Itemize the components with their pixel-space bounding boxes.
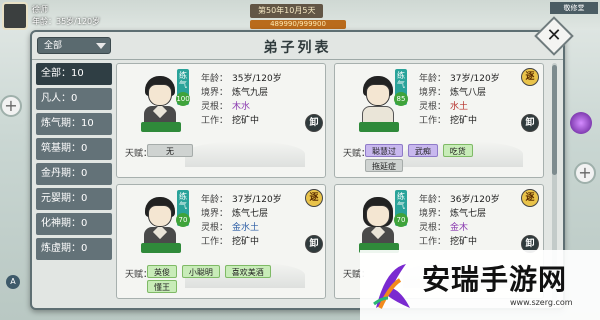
name-plate: [141, 122, 181, 132]
purple-gem-icon[interactable]: [570, 112, 592, 134]
disciple-info: 年龄： 35岁/120岁 境界： 炼气九层 灵根： 木水 工作： 挖矿中: [201, 72, 282, 128]
age-label: 年龄：: [419, 74, 447, 84]
tab-foundation[interactable]: 筑基期：0: [36, 138, 112, 160]
resource-bar: 489990/999900: [250, 20, 346, 29]
tab-golden-core[interactable]: 金丹期：0: [36, 163, 112, 185]
age-value: 35岁/120岁: [232, 74, 282, 84]
root-label: 灵根：: [419, 223, 447, 233]
disciple-card[interactable]: 练气 85 年龄： 37岁/120岁 境界： 炼气八层 灵根： 水土 工作： 挖矿中 逐…: [334, 63, 544, 178]
tab-qi-refining[interactable]: 炼气期：10: [36, 113, 112, 135]
age-label: 年龄：: [201, 74, 229, 84]
age-label: 年龄：: [419, 195, 447, 205]
expel-button[interactable]: 逐: [305, 189, 323, 207]
age-value: 36岁/120岁: [450, 195, 500, 205]
talent-chip: 吃货: [442, 144, 473, 157]
realm-value: 炼气七层: [450, 209, 487, 219]
talent-chip: 喜欢美酒: [224, 265, 271, 278]
talent-chip: 武痴: [407, 144, 438, 157]
root-value: 水土: [450, 102, 469, 112]
tab-mortal[interactable]: 凡人：0: [36, 88, 112, 110]
tab-nascent-soul[interactable]: 元婴期：0: [36, 188, 112, 210]
realm-value: 炼气七层: [232, 209, 269, 219]
root-label: 灵根：: [201, 102, 229, 112]
name-plate: [141, 243, 181, 253]
job-label: 工作：: [419, 116, 447, 126]
job-label: 工作：: [201, 237, 229, 247]
root-value: 木水: [232, 102, 251, 112]
level-badge: 70: [394, 213, 408, 227]
expel-button[interactable]: 逐: [521, 189, 539, 207]
player-age: 年龄：35岁/120岁: [32, 17, 101, 26]
disciple-card[interactable]: 练气 100 年龄： 35岁/120岁 境界： 炼气九层 灵根： 木水 工作： 挖矿中 …: [116, 63, 326, 178]
tab-all[interactable]: 全部：10: [36, 63, 112, 85]
disciple-info: 年龄： 37岁/120岁 境界： 炼气七层 灵根： 金水土 工作： 挖矿中: [201, 193, 282, 249]
watermark-logo-icon: [373, 264, 410, 309]
player-avatar[interactable]: [2, 2, 28, 30]
talent-chip: 小聪明: [181, 265, 220, 278]
unassign-button[interactable]: 卸: [305, 235, 323, 253]
joystick-a-icon[interactable]: A: [6, 275, 20, 289]
realm-label: 境界：: [419, 88, 447, 98]
realm-value: 炼气九层: [232, 88, 269, 98]
realm-label: 境界：: [201, 88, 229, 98]
job-label: 工作：: [419, 237, 447, 247]
talent-chip: 无: [147, 144, 193, 157]
tab-void-refining[interactable]: 炼虚期：0: [36, 238, 112, 260]
expel-button[interactable]: 逐: [521, 68, 539, 86]
watermark-title: 安瑞手游网: [422, 263, 568, 296]
talent-chip: 英俊: [147, 265, 177, 278]
left-add-icon[interactable]: +: [0, 95, 22, 117]
root-label: 灵根：: [419, 102, 447, 112]
age-label: 年龄：: [201, 195, 229, 205]
disciple-info: 年龄： 36岁/120岁 境界： 炼气七层 灵根： 金木 工作： 挖矿中: [419, 193, 500, 249]
player-label: 徐师: [32, 5, 48, 14]
talent-chip: 聪慧过: [365, 144, 403, 157]
name-plate: [359, 122, 399, 132]
scrollbar-thumb[interactable]: [552, 65, 557, 175]
root-label: 灵根：: [201, 223, 229, 233]
job-label: 工作：: [201, 116, 229, 126]
level-badge: 100: [176, 92, 190, 106]
root-value: 金木: [450, 223, 469, 233]
hall-button[interactable]: 敬修堂: [550, 2, 598, 14]
job-value: 挖矿中: [450, 237, 478, 247]
realm-value: 炼气八层: [450, 88, 487, 98]
level-badge: 85: [394, 92, 408, 106]
age-value: 37岁/120岁: [450, 74, 500, 84]
realm-label: 境界：: [201, 209, 229, 219]
close-icon: ✕: [546, 25, 562, 46]
unassign-button[interactable]: 卸: [305, 114, 323, 132]
site-watermark: 安瑞手游网 www.szerg.com: [360, 250, 600, 320]
realm-tabs: 全部：10 凡人：0 炼气期：10 筑基期：0 金丹期：0 元婴期：0 化神期：…: [36, 63, 114, 263]
tab-spirit-severing[interactable]: 化神期：0: [36, 213, 112, 235]
disciple-card[interactable]: 练气 70 年龄： 37岁/120岁 境界： 炼气七层 灵根： 金水土 工作： 挖矿中 …: [116, 184, 326, 299]
right-add-icon[interactable]: +: [574, 162, 596, 184]
page-title: 弟子列表: [263, 40, 332, 56]
job-value: 挖矿中: [232, 237, 260, 247]
unassign-button[interactable]: 卸: [521, 114, 539, 132]
talent-chip: 懂王: [147, 280, 177, 293]
calendar-date: 第50年10月5天: [250, 4, 324, 18]
watermark-url: www.szerg.com: [510, 298, 573, 307]
job-value: 挖矿中: [450, 116, 478, 126]
age-value: 37岁/120岁: [232, 195, 282, 205]
job-value: 挖矿中: [232, 116, 260, 126]
talent-chip: 拖延症: [365, 159, 403, 172]
panel-header: 全部 弟子列表: [32, 32, 563, 60]
realm-label: 境界：: [419, 209, 447, 219]
root-value: 金水土: [232, 223, 260, 233]
disciple-info: 年龄： 37岁/120岁 境界： 炼气八层 灵根： 水土 工作： 挖矿中: [419, 72, 500, 128]
level-badge: 70: [176, 213, 190, 227]
